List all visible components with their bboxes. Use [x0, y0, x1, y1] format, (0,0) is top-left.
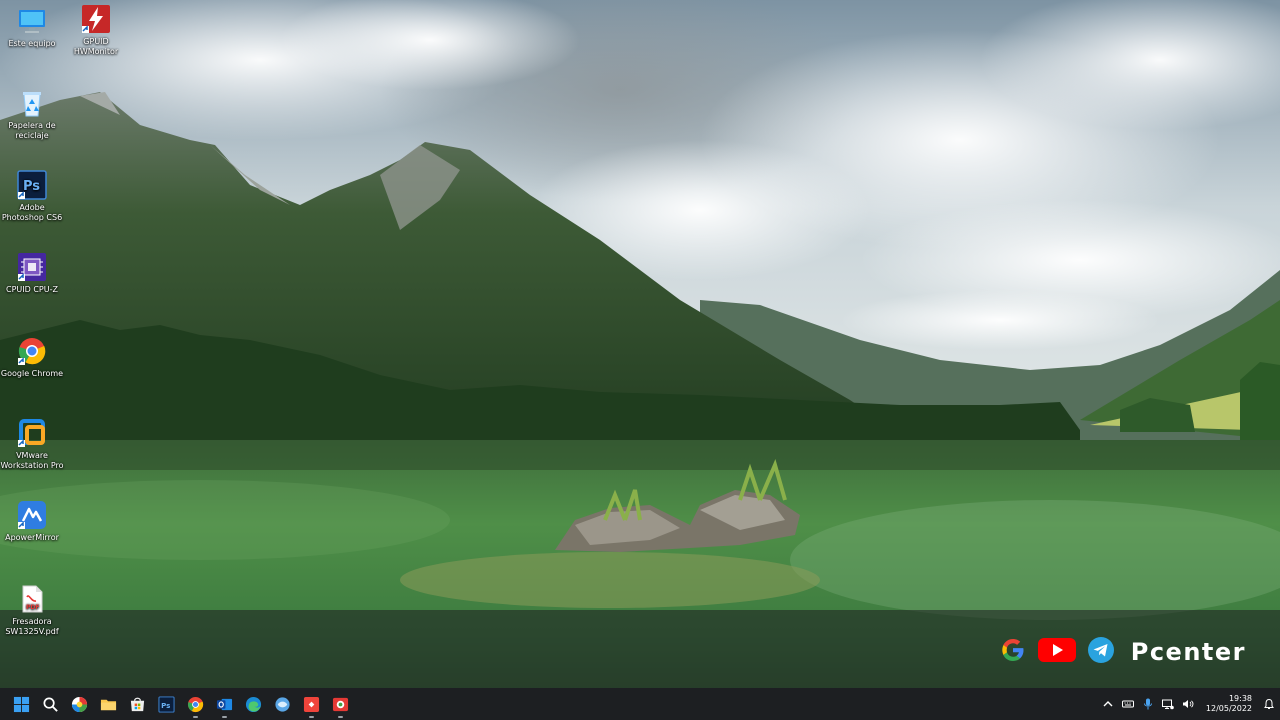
network-button[interactable] — [1158, 688, 1178, 720]
network-icon — [1161, 699, 1174, 710]
desktop-icon-label: Este equipo — [8, 39, 56, 48]
running-indicator — [222, 716, 227, 718]
volume-button[interactable] — [1178, 688, 1198, 720]
keyboard-button[interactable] — [1118, 688, 1138, 720]
clock[interactable]: 19:38 12/05/2022 — [1198, 694, 1258, 714]
desktop-icon-cpuz[interactable]: CPUID CPU-Z — [0, 252, 67, 295]
taskbar: Ps 19:38 12/05/2022 — [0, 688, 1280, 720]
desktop-icon-vmware[interactable]: VMware Workstation Pro — [0, 418, 67, 471]
cpuz-icon — [17, 252, 47, 282]
show-hidden-icons-button[interactable] — [1098, 688, 1118, 720]
microphone-icon — [1143, 698, 1152, 710]
edge-button[interactable] — [239, 688, 268, 720]
brand-text: Pcenter — [1130, 638, 1246, 666]
running-indicator — [193, 716, 198, 718]
widgets-button[interactable] — [65, 688, 94, 720]
desktop-icon-label: CPUID CPU-Z — [6, 285, 58, 294]
desktop-icon-pdf[interactable]: PDF Fresadora SW1325V.pdf — [0, 584, 67, 637]
desktop-icon-label: Papelera de reciclaje — [8, 121, 56, 140]
youtube-icon — [1037, 636, 1077, 668]
volume-icon — [1182, 700, 1194, 708]
search-icon — [43, 697, 58, 712]
desktop-icon-label: Google Chrome — [0, 369, 64, 378]
store-button[interactable] — [123, 688, 152, 720]
desktop-icon-label: ApowerMirror — [5, 533, 59, 542]
microphone-button[interactable] — [1138, 688, 1158, 720]
clock-date: 12/05/2022 — [1205, 704, 1252, 713]
photoshop-icon: Ps — [17, 170, 47, 200]
desktop-icon-label: Fresadora SW1325V.pdf — [5, 617, 59, 636]
outlook-button[interactable] — [210, 688, 239, 720]
chrome-button[interactable] — [181, 688, 210, 720]
widgets-icon — [71, 696, 88, 712]
desktop-icon-apowermirror[interactable]: ApowerMirror — [0, 500, 67, 543]
google-icon — [999, 636, 1027, 668]
running-indicator — [309, 716, 314, 718]
desktop-icon-label: VMware Workstation Pro — [0, 451, 64, 470]
taskbar-apps: Ps — [0, 688, 355, 720]
recycle-bin-icon — [17, 88, 47, 118]
vmware-icon — [17, 418, 47, 448]
app-button[interactable] — [268, 688, 297, 720]
keyboard-icon — [1121, 700, 1134, 708]
photoshop-button[interactable]: Ps — [152, 688, 181, 720]
brand-overlay: Pcenter — [999, 632, 1246, 672]
chevron-up-icon — [1103, 701, 1113, 707]
desktop-icon-papelera[interactable]: Papelera de reciclaje — [0, 88, 67, 141]
svg-text:Ps: Ps — [23, 179, 40, 194]
file-explorer-icon — [100, 699, 117, 710]
edge-icon — [245, 696, 262, 712]
desktop-icon-photoshop[interactable]: Ps Adobe Photoshop CS6 — [0, 170, 67, 223]
pinned-app-icon — [332, 697, 349, 711]
start-button[interactable] — [7, 688, 36, 720]
desktop-icon-chrome[interactable]: Google Chrome — [0, 336, 67, 379]
outlook-icon — [216, 698, 233, 710]
pdf-file-icon: PDF — [17, 584, 47, 614]
start-icon — [13, 696, 30, 712]
apowermirror-icon — [17, 500, 47, 530]
store-icon — [130, 697, 145, 711]
telegram-icon — [1087, 636, 1115, 668]
chrome-icon — [187, 696, 204, 712]
monitor-icon — [17, 6, 47, 36]
system-tray: 19:38 12/05/2022 — [1098, 688, 1280, 720]
hwmonitor-icon — [81, 4, 111, 34]
desktop-icon-label: Adobe Photoshop CS6 — [1, 203, 63, 222]
clock-time: 19:38 — [1228, 694, 1252, 703]
notification-center-button[interactable] — [1258, 688, 1280, 720]
desktop-icon-este-equipo[interactable]: Este equipo — [0, 6, 67, 49]
app-icon — [275, 696, 290, 712]
photoshop-icon: Ps — [158, 695, 175, 713]
pinned-app-button[interactable] — [326, 688, 355, 720]
svg-text:PDF: PDF — [26, 604, 39, 611]
search-button[interactable] — [36, 688, 65, 720]
svg-text:Ps: Ps — [161, 700, 170, 709]
chrome-icon — [17, 336, 47, 366]
desktop-icon-hwmonitor[interactable]: GPUID HWMonitor — [61, 4, 131, 57]
file-explorer-button[interactable] — [94, 688, 123, 720]
desktop-icon-label: GPUID HWMonitor — [73, 37, 119, 56]
anydesk-button[interactable] — [297, 688, 326, 720]
anydesk-icon — [303, 696, 320, 712]
running-indicator — [338, 716, 343, 718]
notification-icon — [1264, 698, 1274, 709]
